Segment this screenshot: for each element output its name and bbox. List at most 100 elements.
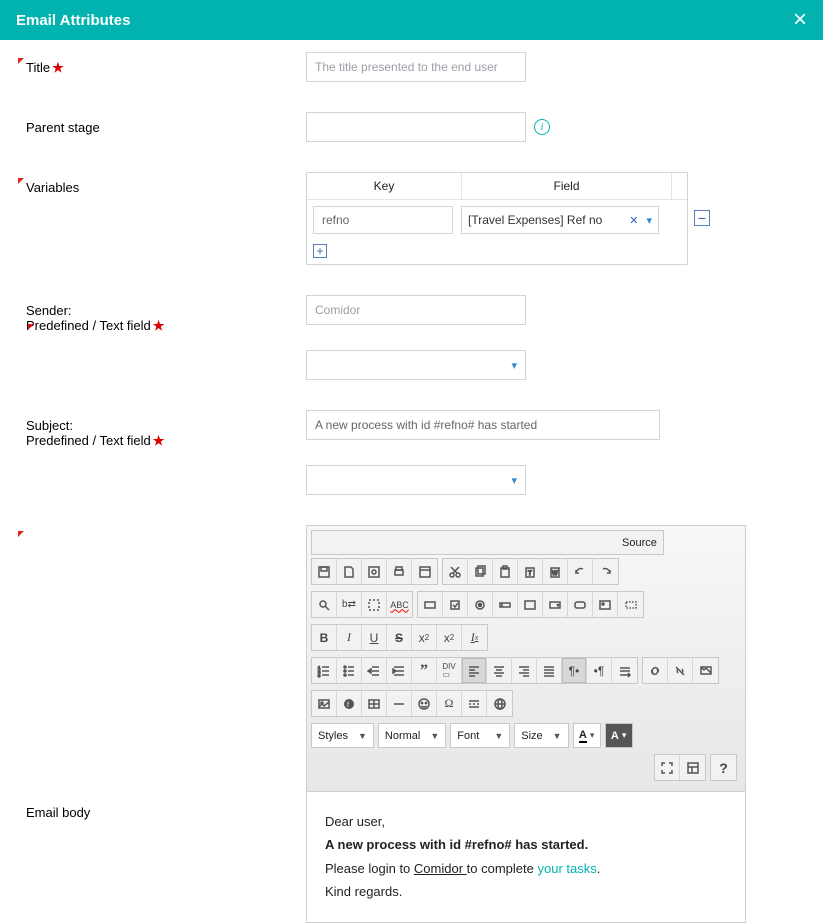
about-button[interactable]: ?: [711, 755, 736, 780]
link-button[interactable]: [643, 658, 668, 683]
remove-format-button[interactable]: Ix: [462, 625, 487, 650]
editor-content[interactable]: Dear user, A new process with id #refno#…: [307, 792, 745, 922]
smiley-icon[interactable]: [412, 691, 437, 716]
bidi-button[interactable]: [612, 658, 637, 683]
variables-label-text: Variables: [26, 180, 79, 195]
remove-variable-button[interactable]: −: [694, 210, 710, 226]
bold-button[interactable]: B: [312, 625, 337, 650]
italic-button[interactable]: I: [337, 625, 362, 650]
form-icon[interactable]: [418, 592, 443, 617]
paste-icon[interactable]: [493, 559, 518, 584]
table-icon[interactable]: [362, 691, 387, 716]
div-button[interactable]: DIV▭: [437, 658, 462, 683]
anchor-button[interactable]: [693, 658, 718, 683]
title-label: Title★: [16, 52, 306, 76]
variables-label: Variables: [16, 172, 306, 195]
maximize-button[interactable]: [655, 755, 680, 780]
variables-table: Key Field [Travel Expenses] Ref no ✕ ▾: [306, 172, 688, 265]
svg-text:W: W: [552, 571, 558, 577]
textfield-icon[interactable]: [493, 592, 518, 617]
image-icon[interactable]: [312, 691, 337, 716]
sender-select[interactable]: ▾: [306, 350, 526, 380]
checkbox-icon[interactable]: [443, 592, 468, 617]
special-char-icon[interactable]: Ω: [437, 691, 462, 716]
spellcheck-icon[interactable]: ABC: [387, 592, 412, 617]
indent-button[interactable]: [387, 658, 412, 683]
subject-input[interactable]: [306, 410, 660, 440]
new-page-icon[interactable]: [337, 559, 362, 584]
paste-word-icon[interactable]: W: [543, 559, 568, 584]
clear-field-icon[interactable]: ✕: [629, 214, 638, 227]
subject-select[interactable]: ▾: [306, 465, 526, 495]
button-field-icon[interactable]: [568, 592, 593, 617]
save-icon[interactable]: [312, 559, 337, 584]
rtl-para-button[interactable]: •¶: [587, 658, 612, 683]
text-color-button[interactable]: A▾: [573, 723, 601, 748]
blockquote-button[interactable]: ”: [412, 658, 437, 683]
preview-icon[interactable]: [362, 559, 387, 584]
image-button-icon[interactable]: [593, 592, 618, 617]
variable-key-input[interactable]: [313, 206, 453, 234]
your-tasks-link[interactable]: your tasks: [537, 861, 596, 876]
body-login-line: Please login to Comidor to complete your…: [325, 857, 727, 880]
flash-icon[interactable]: f: [337, 691, 362, 716]
body-signoff: Kind regards.: [325, 880, 727, 903]
bullet-list-button[interactable]: [337, 658, 362, 683]
print-icon[interactable]: [387, 559, 412, 584]
variables-row: [Travel Expenses] Ref no ✕ ▾: [307, 200, 687, 240]
add-variable-button[interactable]: +: [313, 244, 327, 258]
numbered-list-button[interactable]: 123: [312, 658, 337, 683]
ltr-button[interactable]: ¶•: [562, 658, 587, 683]
select-field-icon[interactable]: [543, 592, 568, 617]
undo-icon[interactable]: [568, 559, 593, 584]
unlink-button[interactable]: [668, 658, 693, 683]
cut-icon[interactable]: [443, 559, 468, 584]
styles-dropdown[interactable]: Styles▼: [311, 723, 374, 748]
radio-icon[interactable]: [468, 592, 493, 617]
title-input[interactable]: [306, 52, 526, 82]
select-all-icon[interactable]: [362, 592, 387, 617]
copy-icon[interactable]: [468, 559, 493, 584]
bg-color-button[interactable]: A▾: [605, 723, 633, 748]
size-dropdown[interactable]: Size▼: [514, 723, 568, 748]
hidden-field-icon[interactable]: [618, 592, 643, 617]
redo-icon[interactable]: [593, 559, 618, 584]
chevron-down-icon: ▾: [511, 359, 517, 372]
templates-icon[interactable]: [412, 559, 437, 584]
outdent-button[interactable]: [362, 658, 387, 683]
font-dropdown[interactable]: Font▼: [450, 723, 510, 748]
required-star: ★: [52, 60, 64, 75]
underline-button[interactable]: U: [362, 625, 387, 650]
align-justify-button[interactable]: [537, 658, 562, 683]
parent-stage-input[interactable]: [306, 112, 526, 142]
comidor-link[interactable]: Comidor: [414, 861, 467, 876]
align-left-button[interactable]: [462, 658, 487, 683]
format-dropdown[interactable]: Normal▼: [378, 723, 446, 748]
close-icon[interactable]: ×: [793, 8, 807, 32]
variable-field-select[interactable]: [Travel Expenses] Ref no ✕ ▾: [461, 206, 659, 234]
subject-label-2: Predefined / Text field: [26, 433, 151, 448]
parent-stage-label-text: Parent stage: [26, 120, 100, 135]
paste-text-icon[interactable]: T: [518, 559, 543, 584]
hr-icon[interactable]: [387, 691, 412, 716]
find-icon[interactable]: [312, 592, 337, 617]
email-body-label: Email body: [16, 525, 306, 820]
strike-button[interactable]: S: [387, 625, 412, 650]
sender-input[interactable]: [306, 295, 526, 325]
pagebreak-icon[interactable]: [462, 691, 487, 716]
subscript-button[interactable]: x2: [412, 625, 437, 650]
info-icon[interactable]: i: [534, 119, 550, 135]
align-center-button[interactable]: [487, 658, 512, 683]
replace-icon[interactable]: b⇄: [337, 592, 362, 617]
textarea-icon[interactable]: [518, 592, 543, 617]
body-bold-line: A new process with id #refno# has starte…: [325, 833, 727, 856]
form-pane: Title★ Parent stage i Variables Key Fiel…: [0, 40, 823, 923]
dialog-header: Email Attributes ×: [0, 0, 823, 40]
iframe-icon[interactable]: [487, 691, 512, 716]
source-button[interactable]: Source: [311, 530, 664, 555]
superscript-button[interactable]: x2: [437, 625, 462, 650]
required-star: ★: [153, 318, 165, 333]
show-blocks-button[interactable]: [680, 755, 705, 780]
variable-field-value: [Travel Expenses] Ref no: [468, 213, 602, 227]
align-right-button[interactable]: [512, 658, 537, 683]
